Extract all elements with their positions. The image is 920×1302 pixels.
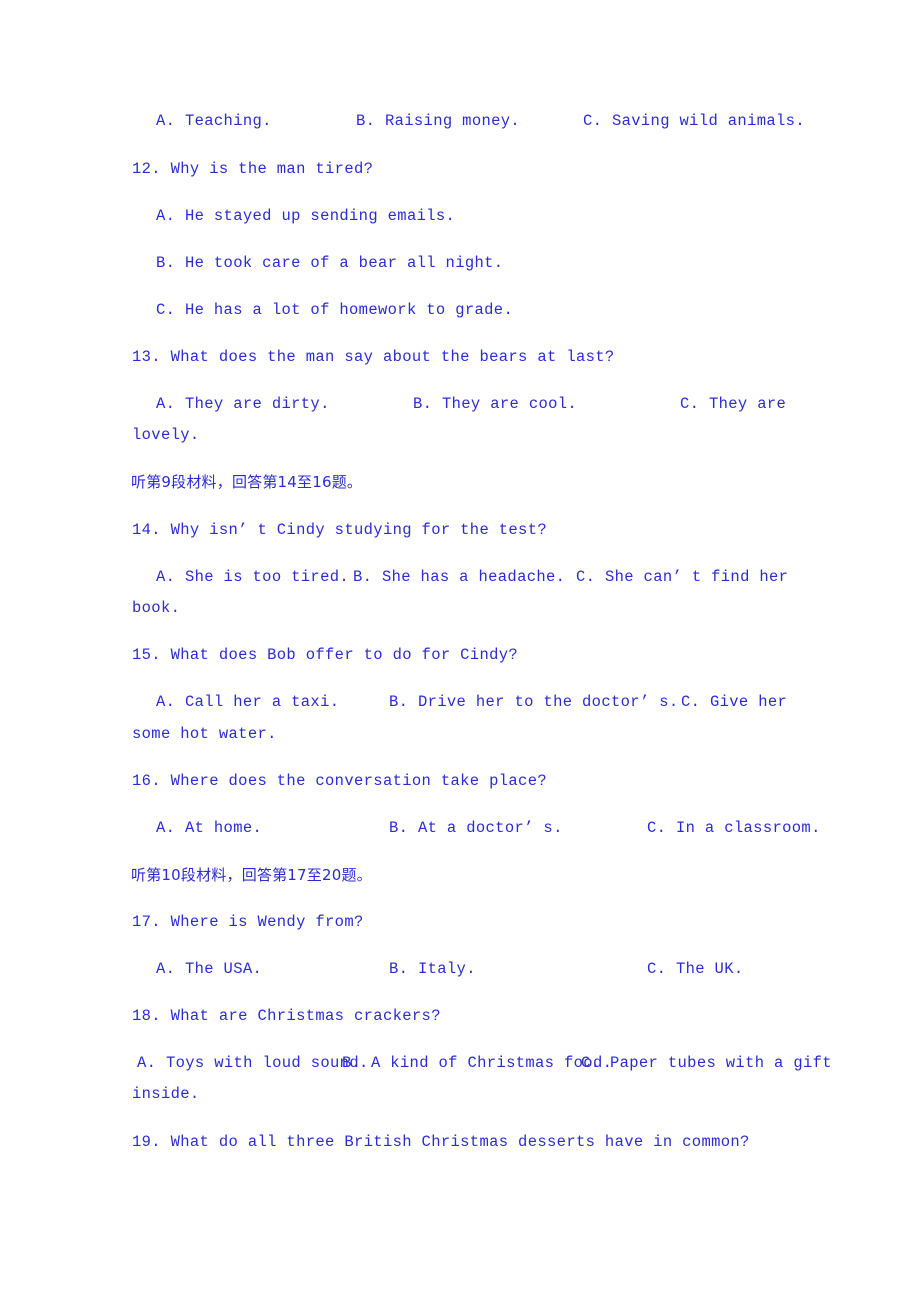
direction-line-passage-10: 听第10段材料，回答第17至20题。 — [131, 866, 372, 884]
option-b-q13: B. They are cool. — [413, 395, 578, 413]
question-stem-12: 12. Why is the man tired? — [132, 160, 374, 178]
option-a-q12: A. He stayed up sending emails. — [156, 207, 456, 225]
option-a-q14: A. She is too tired. — [156, 568, 350, 586]
question-stem-14: 14. Why isn’ t Cindy studying for the te… — [132, 521, 548, 539]
question-stem-18: 18. What are Christmas crackers? — [132, 1007, 441, 1025]
option-b-q14: B. She has a headache. — [353, 568, 566, 586]
option-b-q11: B. Raising money. — [356, 112, 521, 130]
question-stem-13: 13. What does the man say about the bear… — [132, 348, 615, 366]
option-b-q15: B. Drive her to the doctor’ s. — [389, 693, 679, 711]
option-c-q16: C. In a classroom. — [647, 819, 821, 837]
question-stem-19: 19. What do all three British Christmas … — [132, 1133, 750, 1151]
option-c-q14-wrap: book. — [132, 599, 181, 617]
option-a-q16: A. At home. — [156, 819, 263, 837]
option-c-q11: C. Saving wild animals. — [583, 112, 805, 130]
direction-line-passage-9: 听第9段材料，回答第14至16题。 — [131, 473, 363, 491]
option-a-q17: A. The USA. — [156, 960, 263, 978]
option-c-q18-wrap: inside. — [132, 1085, 200, 1103]
option-c-q15: C. Give her — [681, 693, 788, 711]
option-b-q17: B. Italy. — [389, 960, 476, 978]
option-c-q13-wrap: lovely. — [132, 426, 200, 444]
option-b-q12: B. He took care of a bear all night. — [156, 254, 504, 272]
option-c-q13: C. They are — [680, 395, 787, 413]
option-c-q15-wrap: some hot water. — [132, 725, 277, 743]
option-b-q16: B. At a doctor’ s. — [389, 819, 563, 837]
question-stem-17: 17. Where is Wendy from? — [132, 913, 364, 931]
option-c-q12: C. He has a lot of homework to grade. — [156, 301, 514, 319]
option-a-q15: A. Call her a taxi. — [156, 693, 340, 711]
option-c-q17: C. The UK. — [647, 960, 744, 978]
option-c-q18: C. Paper tubes with a gift — [581, 1054, 832, 1072]
option-b-q18: B. A kind of Christmas food. — [342, 1054, 613, 1072]
question-stem-15: 15. What does Bob offer to do for Cindy? — [132, 646, 519, 664]
question-stem-16: 16. Where does the conversation take pla… — [132, 772, 548, 790]
option-a-q11: A. Teaching. — [156, 112, 272, 130]
option-c-q14: C. She can’ t find her — [576, 568, 789, 586]
option-a-q13: A. They are dirty. — [156, 395, 330, 413]
exam-page: A. Teaching. B. Raising money. C. Saving… — [0, 0, 920, 1302]
option-a-q18: A. Toys with loud sound. — [137, 1054, 369, 1072]
